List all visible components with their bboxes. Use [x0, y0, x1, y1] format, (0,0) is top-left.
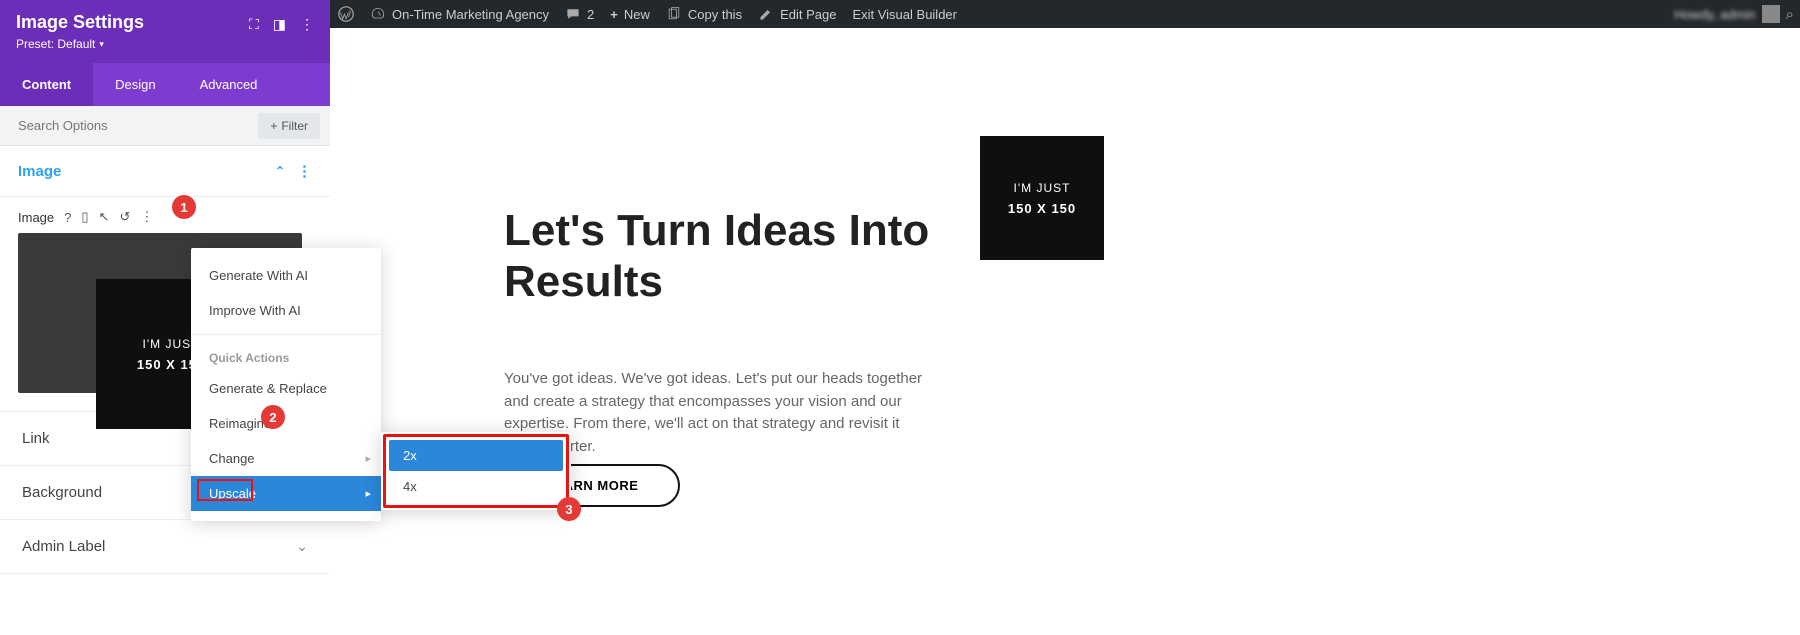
panel-tabs: Content Design Advanced [0, 63, 330, 106]
hero-image-text: I'M JUST [1014, 181, 1071, 195]
plus-icon: + [610, 7, 618, 22]
chevron-down-icon: ⌄ [296, 538, 308, 555]
section-background-label: Background [22, 484, 102, 501]
page-canvas: I'M JUST 150 X 150 Let's Turn Ideas Into… [330, 28, 1800, 635]
section-link-label: Link [22, 430, 50, 447]
panel-header: Image Settings Preset: Default ▾ ⛶ ◨ ⋮ [0, 0, 330, 63]
more-icon[interactable]: ⋮ [300, 16, 314, 33]
dd-upscale-label: Upscale [209, 486, 256, 501]
preset-selector[interactable]: Preset: Default ▾ [16, 37, 249, 51]
avatar [1762, 5, 1780, 23]
upscale-2x[interactable]: 2x [389, 440, 563, 471]
mobile-icon[interactable]: ▯ [81, 209, 88, 225]
section-admin-label[interactable]: Admin Label ⌄ [0, 520, 330, 574]
exit-visual-builder[interactable]: Exit Visual Builder [844, 7, 965, 22]
dd-separator [191, 334, 381, 335]
user-greeting: Howdy, admin [1674, 7, 1755, 22]
annotation-badge-2: 2 [261, 405, 285, 429]
reset-icon[interactable]: ↺ [119, 209, 130, 225]
dashboard-icon [370, 6, 386, 22]
site-name-text: On-Time Marketing Agency [392, 7, 549, 22]
dd-generate-ai[interactable]: Generate With AI [191, 258, 381, 293]
new-content[interactable]: + New [602, 7, 658, 22]
filter-label: Filter [281, 119, 308, 133]
wp-logo[interactable] [330, 6, 362, 22]
dd-generate-replace[interactable]: Generate & Replace [191, 371, 381, 406]
search-row: + Filter [0, 106, 330, 146]
tab-content[interactable]: Content [0, 63, 93, 106]
new-label: New [624, 7, 650, 22]
user-account[interactable]: Howdy, admin [1674, 5, 1779, 23]
section-image-label: Image [18, 163, 61, 180]
comments-count: 2 [587, 7, 594, 22]
section-image-header[interactable]: Image ⌃ ⋮ [0, 146, 330, 197]
section-more-icon[interactable]: ⋮ [297, 162, 312, 180]
edit-page-label: Edit Page [780, 7, 836, 22]
search-icon[interactable]: ⌕ [1786, 6, 1794, 23]
search-input[interactable] [0, 106, 258, 145]
upscale-submenu: 2x 4x [381, 432, 571, 510]
chevron-up-icon[interactable]: ⌃ [275, 164, 285, 178]
upscale-4x[interactable]: 4x [389, 471, 563, 502]
hero-image-dim: 150 X 150 [1008, 201, 1076, 216]
site-name[interactable]: On-Time Marketing Agency [362, 6, 557, 22]
comments-link[interactable]: 2 [557, 6, 602, 22]
copy-this[interactable]: Copy this [658, 6, 750, 22]
page-headline: Let's Turn Ideas Into Results [504, 206, 964, 307]
exit-vb-label: Exit Visual Builder [852, 7, 957, 22]
copy-label: Copy this [688, 7, 742, 22]
dd-upscale[interactable]: Upscale [191, 476, 381, 511]
expand-icon[interactable]: ⛶ [249, 16, 259, 33]
more-dots-icon[interactable]: ⋮ [140, 209, 153, 225]
dd-improve-ai[interactable]: Improve With AI [191, 293, 381, 328]
panel-title: Image Settings [16, 12, 249, 33]
dd-quick-actions-header: Quick Actions [191, 341, 381, 371]
section-admin-label-text: Admin Label [22, 538, 105, 555]
copy-icon [666, 6, 682, 22]
tab-design[interactable]: Design [93, 63, 177, 106]
dock-icon[interactable]: ◨ [273, 16, 286, 33]
filter-button[interactable]: + Filter [258, 113, 320, 139]
preset-label: Preset: Default [16, 37, 95, 51]
tab-advanced[interactable]: Advanced [178, 63, 280, 106]
wordpress-icon [338, 6, 354, 22]
caret-down-icon: ▾ [99, 39, 104, 50]
wp-admin-bar: On-Time Marketing Agency 2 + New Copy th… [330, 0, 1800, 28]
annotation-badge-1: 1 [172, 195, 196, 219]
hero-image[interactable]: I'M JUST 150 X 150 [980, 136, 1104, 260]
pencil-icon [758, 6, 774, 22]
ai-dropdown: Generate With AI Improve With AI Quick A… [191, 248, 381, 521]
edit-page[interactable]: Edit Page [750, 6, 844, 22]
comment-icon [565, 6, 581, 22]
help-icon[interactable]: ? [64, 210, 71, 225]
hover-icon[interactable]: ↖ [99, 209, 110, 225]
plus-icon: + [270, 119, 277, 133]
annotation-badge-3: 3 [557, 497, 581, 521]
dd-reimagine[interactable]: Reimagine [191, 406, 381, 441]
image-field-label: Image [18, 210, 54, 225]
dd-change[interactable]: Change [191, 441, 381, 476]
